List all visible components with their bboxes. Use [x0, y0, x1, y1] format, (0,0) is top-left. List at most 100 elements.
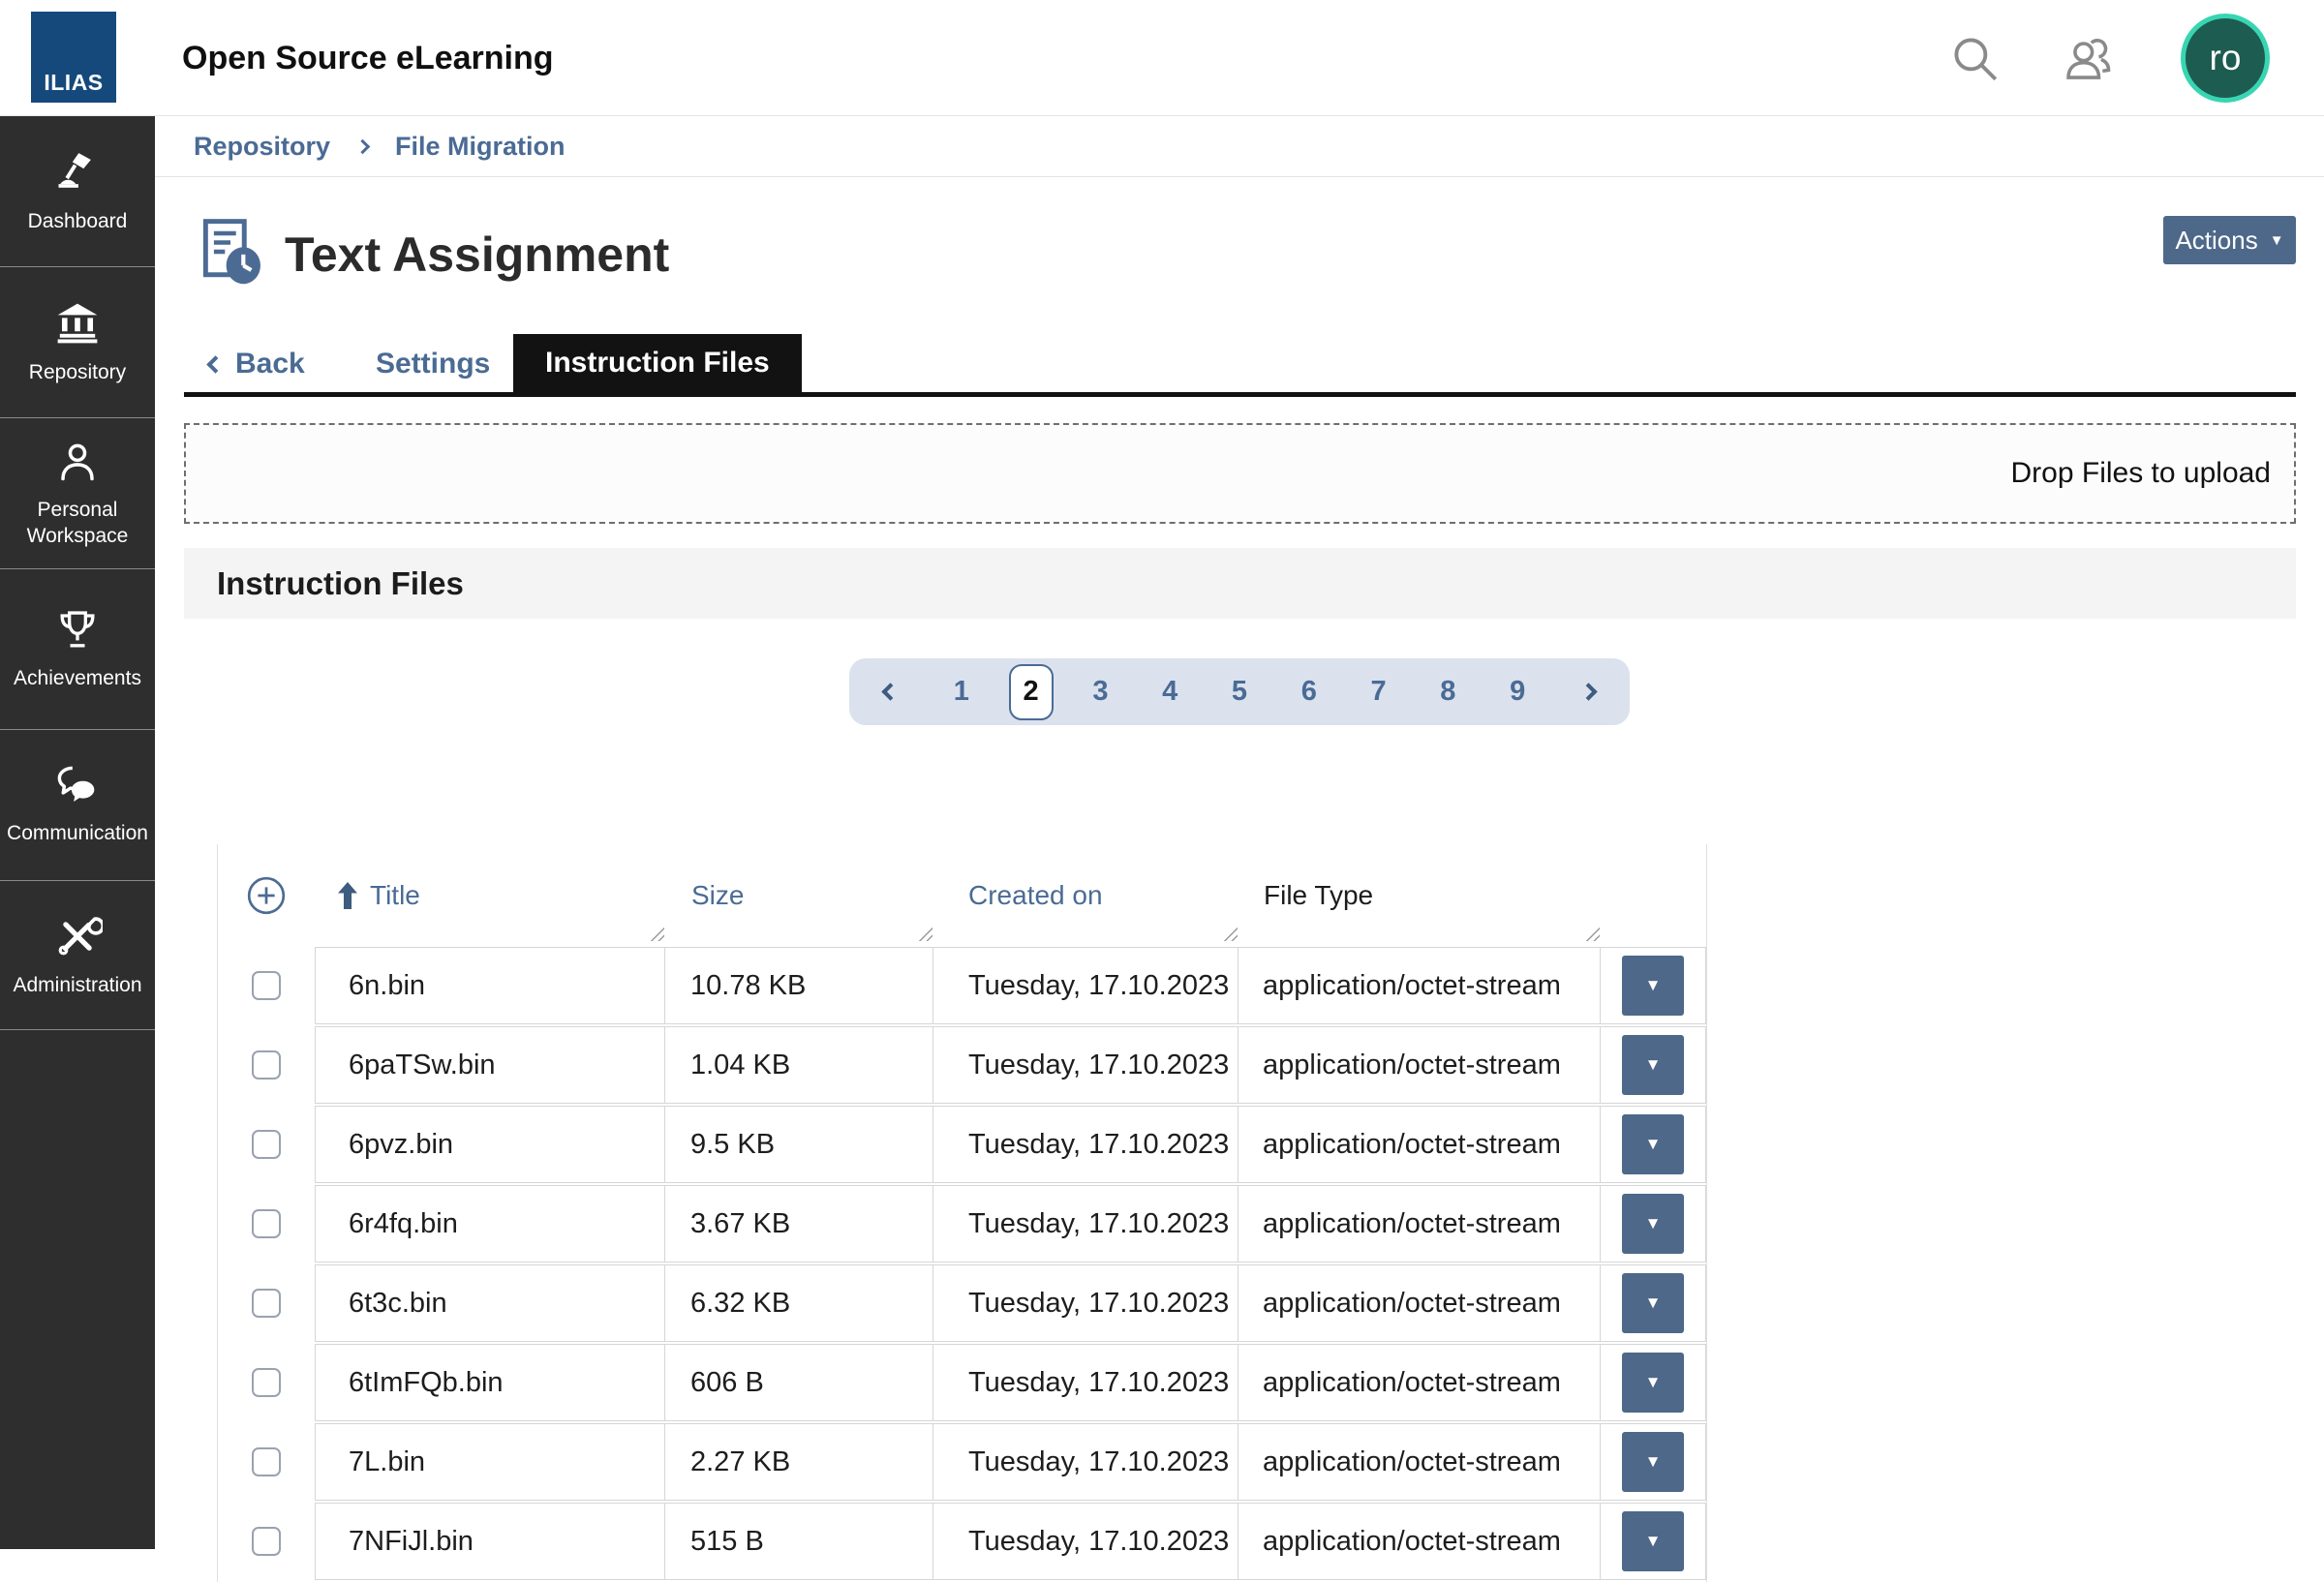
pagination-page[interactable]: 2 — [1009, 664, 1054, 720]
row-checkbox[interactable] — [252, 1050, 281, 1080]
sidebar-item-repository[interactable]: Repository — [0, 267, 155, 418]
column-label: Title — [370, 880, 420, 911]
table-row: 6paTSw.bin 1.04 KB Tuesday, 17.10.2023 a… — [218, 1026, 1706, 1104]
column-header-actions — [1601, 844, 1706, 947]
column-header-size[interactable]: Size — [665, 844, 933, 947]
file-type-cell: application/octet-stream — [1238, 1344, 1601, 1421]
row-actions-dropdown[interactable]: ▼ — [1622, 1353, 1684, 1413]
pagination-page[interactable]: 3 — [1078, 664, 1122, 720]
search-button[interactable] — [1942, 27, 2006, 89]
file-type-cell: application/octet-stream — [1238, 1264, 1601, 1342]
caret-down-icon: ▼ — [2270, 232, 2284, 249]
pagination-page[interactable]: 4 — [1147, 664, 1192, 720]
users-icon — [2059, 30, 2119, 86]
row-actions-cell: ▼ — [1600, 1185, 1706, 1263]
tab-settings[interactable]: Settings — [376, 341, 490, 387]
file-size-cell: 6.32 KB — [664, 1264, 933, 1342]
assignment-icon — [194, 215, 267, 289]
tab-underline — [184, 392, 2296, 397]
pagination-page[interactable]: 5 — [1217, 664, 1262, 720]
sidebar-item-communication[interactable]: Communication — [0, 730, 155, 881]
row-select-cell — [218, 1423, 315, 1501]
page-title: Text Assignment — [285, 215, 669, 294]
row-checkbox[interactable] — [252, 1368, 281, 1397]
table-row: 6r4fq.bin 3.67 KB Tuesday, 17.10.2023 ap… — [218, 1185, 1706, 1263]
row-checkbox[interactable] — [252, 1527, 281, 1556]
row-checkbox[interactable] — [252, 971, 281, 1000]
column-header-file-type: File Type — [1238, 844, 1601, 947]
ilias-logo[interactable]: ILIAS — [31, 12, 116, 103]
row-actions-dropdown[interactable]: ▼ — [1622, 1194, 1684, 1254]
file-title-cell: 7L.bin — [315, 1423, 665, 1501]
table-row: 6pvz.bin 9.5 KB Tuesday, 17.10.2023 appl… — [218, 1106, 1706, 1183]
lamp-icon — [52, 147, 103, 198]
caret-down-icon: ▼ — [1645, 1135, 1662, 1154]
user-avatar[interactable]: ro — [2181, 14, 2270, 103]
main-sidebar: Dashboard Repository Personal Workspace — [0, 116, 155, 1549]
circle-plus-icon[interactable] — [244, 873, 289, 918]
search-icon — [1946, 30, 2003, 86]
row-actions-dropdown[interactable]: ▼ — [1622, 1035, 1684, 1095]
file-created-cell: Tuesday, 17.10.2023 — [933, 1185, 1238, 1263]
row-checkbox[interactable] — [252, 1447, 281, 1476]
sidebar-item-label: Achievements — [10, 666, 145, 691]
pagination-page[interactable]: 9 — [1495, 664, 1540, 720]
sidebar-item-achievements[interactable]: Achievements — [0, 569, 155, 730]
sidebar-item-label: Personal Workspace — [0, 498, 155, 549]
file-type-cell: application/octet-stream — [1238, 1503, 1601, 1580]
row-select-cell — [218, 1503, 315, 1580]
sidebar-item-personal-workspace[interactable]: Personal Workspace — [0, 418, 155, 569]
breadcrumb-file-migration[interactable]: File Migration — [395, 132, 566, 162]
breadcrumb-repository[interactable]: Repository — [194, 132, 330, 162]
sidebar-item-administration[interactable]: Administration — [0, 881, 155, 1030]
pagination-pages: 123456789 — [914, 664, 1565, 720]
pagination-page[interactable]: 1 — [939, 664, 984, 720]
sidebar-item-dashboard[interactable]: Dashboard — [0, 116, 155, 267]
file-title-cell: 6pvz.bin — [315, 1106, 665, 1183]
row-actions-cell: ▼ — [1600, 1026, 1706, 1104]
file-type-cell: application/octet-stream — [1238, 947, 1601, 1024]
pagination-next-button[interactable] — [1582, 685, 1595, 698]
pagination-previous-button[interactable] — [884, 685, 897, 698]
file-size-cell: 10.78 KB — [664, 947, 933, 1024]
file-created-cell: Tuesday, 17.10.2023 — [933, 1106, 1238, 1183]
row-actions-dropdown[interactable]: ▼ — [1622, 1114, 1684, 1174]
table-row: 7NFiJl.bin 515 B Tuesday, 17.10.2023 app… — [218, 1503, 1706, 1580]
panel-header: Instruction Files — [184, 548, 2296, 619]
app-title: Open Source eLearning — [182, 0, 554, 116]
pagination-page[interactable]: 7 — [1357, 664, 1401, 720]
person-icon — [53, 438, 102, 486]
chevron-right-icon — [1579, 683, 1597, 700]
who-is-online-button[interactable] — [2057, 27, 2121, 89]
file-size-cell: 606 B — [664, 1344, 933, 1421]
row-actions-cell: ▼ — [1600, 1106, 1706, 1183]
sidebar-item-label: Repository — [25, 360, 130, 385]
file-dropzone[interactable]: Drop Files to upload — [184, 423, 2296, 524]
sidebar-item-label: Communication — [3, 821, 152, 846]
pagination-page[interactable]: 8 — [1425, 664, 1470, 720]
row-actions-dropdown[interactable]: ▼ — [1622, 1511, 1684, 1571]
actions-label: Actions — [2175, 226, 2257, 256]
pagination-page[interactable]: 6 — [1287, 664, 1331, 720]
row-checkbox[interactable] — [252, 1130, 281, 1159]
row-actions-cell: ▼ — [1600, 1423, 1706, 1501]
table-row: 6t3c.bin 6.32 KB Tuesday, 17.10.2023 app… — [218, 1264, 1706, 1342]
row-checkbox[interactable] — [252, 1209, 281, 1238]
tab-back[interactable]: Back — [209, 341, 305, 387]
column-header-created-on[interactable]: Created on — [933, 844, 1238, 947]
actions-button[interactable]: Actions ▼ — [2163, 216, 2296, 264]
row-select-cell — [218, 1185, 315, 1263]
row-checkbox[interactable] — [252, 1289, 281, 1318]
file-title-cell: 7NFiJl.bin — [315, 1503, 665, 1580]
tab-instruction-files[interactable]: Instruction Files — [513, 334, 802, 392]
row-actions-dropdown[interactable]: ▼ — [1622, 1273, 1684, 1333]
file-created-cell: Tuesday, 17.10.2023 — [933, 1423, 1238, 1501]
row-actions-dropdown[interactable]: ▼ — [1622, 1432, 1684, 1492]
column-header-title[interactable]: Title — [315, 844, 665, 947]
row-select-cell — [218, 1026, 315, 1104]
row-actions-dropdown[interactable]: ▼ — [1622, 956, 1684, 1016]
row-actions-cell: ▼ — [1600, 1503, 1706, 1580]
table-row: 6n.bin 10.78 KB Tuesday, 17.10.2023 appl… — [218, 947, 1706, 1024]
file-type-cell: application/octet-stream — [1238, 1423, 1601, 1501]
sidebar-item-label: Administration — [9, 973, 145, 998]
